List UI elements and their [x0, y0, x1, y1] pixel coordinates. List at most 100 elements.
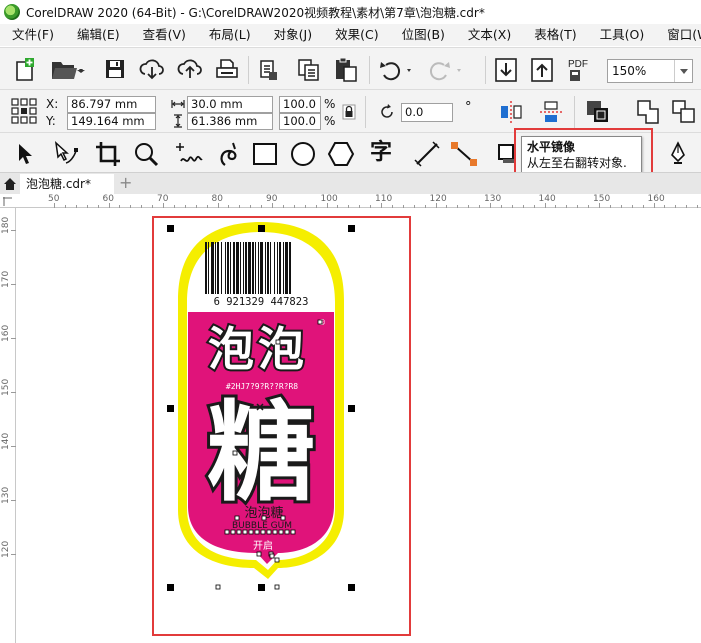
ruler-tick	[228, 205, 230, 208]
barcode-bar	[260, 242, 263, 294]
print-icon[interactable]	[215, 58, 239, 80]
publish-pdf-icon[interactable]: PDF	[567, 56, 595, 84]
menu-tools[interactable]: 工具(O)	[588, 24, 656, 46]
rotation-icon	[378, 103, 396, 121]
separator	[574, 96, 575, 128]
vertical-ruler[interactable]: 180 170 160 150 140 130 120	[0, 208, 16, 643]
width-field[interactable]: 30.0 mm	[187, 96, 273, 113]
drawing-canvas[interactable]	[17, 209, 701, 643]
ruler-tick	[64, 205, 66, 208]
ruler-tick	[566, 205, 568, 208]
chevron-down-icon[interactable]	[674, 60, 692, 82]
arrange-order-icon[interactable]	[585, 99, 611, 125]
cloud-download-icon[interactable]	[139, 58, 165, 80]
ruler-tick	[217, 203, 219, 208]
ruler-tick	[315, 205, 317, 208]
barcode-bar	[289, 242, 291, 294]
menu-layout[interactable]: 布局(L)	[197, 24, 262, 46]
barcode-bar	[211, 242, 214, 294]
menu-bitmaps[interactable]: 位图(B)	[390, 24, 456, 46]
horizontal-ruler[interactable]: 50 60 70 80 90 100 110 120 130 140 150 160	[0, 194, 701, 208]
ruler-tick	[184, 205, 186, 208]
ruler-tick	[490, 203, 491, 208]
menu-view[interactable]: 查看(V)	[131, 24, 197, 46]
selection-handle-bottom-left[interactable]	[167, 584, 174, 591]
shape-tool-icon[interactable]	[52, 141, 80, 167]
selection-handle-top-right[interactable]	[348, 225, 355, 232]
small-text-line: #2HJ7?9?R??R?R8	[226, 382, 298, 391]
barcode-bar	[230, 242, 231, 294]
export-arrow-icon[interactable]	[530, 57, 554, 83]
y-position-field[interactable]: 149.164 mm	[67, 113, 156, 130]
separator	[365, 96, 366, 128]
ruler-tick	[152, 205, 154, 208]
ellipse-tool-icon[interactable]	[289, 141, 317, 167]
freehand-tool-icon[interactable]	[175, 141, 205, 167]
open-folder-icon[interactable]	[50, 59, 86, 81]
height-field[interactable]: 61.386 mm	[187, 113, 273, 130]
menu-object[interactable]: 对象(J)	[262, 24, 323, 46]
selection-handle-bottom-right[interactable]	[348, 584, 355, 591]
ruler-tick	[664, 205, 666, 208]
ruler-tick	[261, 205, 263, 208]
ruler-tick	[11, 338, 16, 339]
menu-edit[interactable]: 编辑(E)	[65, 24, 131, 46]
scale-y-field[interactable]: 100.0	[279, 113, 321, 130]
ruler-origin-icon[interactable]	[2, 196, 14, 207]
export-icon[interactable]	[297, 58, 321, 82]
add-tab-button[interactable]: +	[119, 175, 132, 191]
selection-handle-left[interactable]	[167, 405, 174, 412]
selection-handle-bottom[interactable]	[258, 584, 265, 591]
selection-handle-right[interactable]	[348, 405, 355, 412]
import-arrow-icon[interactable]	[494, 57, 518, 83]
artistic-media-icon[interactable]	[217, 141, 243, 167]
x-position-field[interactable]: 86.797 mm	[67, 96, 156, 113]
mirror-horizontal-icon[interactable]	[498, 100, 524, 124]
zoom-tool-icon[interactable]	[133, 141, 161, 167]
selection-handle-top-left[interactable]	[167, 225, 174, 232]
lock-ratio-icon[interactable]	[342, 104, 356, 120]
menu-window[interactable]: 窗口(W)	[655, 24, 701, 46]
ruler-tick	[195, 205, 197, 208]
document-tab[interactable]: 泡泡糖.cdr*	[20, 174, 114, 194]
mirror-vertical-icon[interactable]	[539, 100, 565, 124]
barcode-bar	[283, 242, 284, 294]
subtitle-english: BUBBLE GUM	[232, 521, 292, 531]
selection-handle-top[interactable]	[258, 225, 265, 232]
scale-x-field[interactable]: 100.0	[279, 96, 321, 113]
ruler-tick	[250, 205, 252, 208]
barcode-bar	[265, 242, 266, 294]
new-document-icon[interactable]	[12, 57, 38, 83]
rotation-angle-field[interactable]: 0.0	[401, 103, 453, 122]
import-icon[interactable]	[258, 58, 280, 82]
menu-file[interactable]: 文件(F)	[0, 24, 65, 46]
redo-icon[interactable]	[428, 59, 466, 81]
pick-tool-icon[interactable]	[14, 142, 36, 166]
cloud-upload-icon[interactable]	[177, 58, 203, 80]
dimension-tool-icon[interactable]	[414, 141, 442, 167]
home-icon[interactable]	[3, 177, 17, 191]
reference-point-icon[interactable]	[11, 98, 37, 124]
zoom-value: 150%	[612, 64, 647, 78]
pen-nib-icon[interactable]	[667, 141, 689, 167]
combine-icon[interactable]	[636, 99, 662, 125]
menu-text[interactable]: 文本(X)	[456, 24, 522, 46]
polygon-tool-icon[interactable]	[327, 141, 355, 167]
ruler-tick	[599, 203, 600, 208]
rectangle-tool-icon[interactable]	[252, 142, 278, 166]
menu-effects[interactable]: 效果(C)	[323, 24, 389, 46]
menu-table[interactable]: 表格(T)	[522, 24, 587, 46]
save-icon[interactable]	[104, 58, 126, 80]
clipboard-icon[interactable]	[333, 57, 359, 83]
ruler-tick	[686, 205, 688, 208]
text-tool-icon[interactable]: 字	[370, 140, 392, 166]
connector-tool-icon[interactable]	[450, 141, 480, 167]
document-tab-label: 泡泡糖.cdr*	[26, 177, 91, 191]
crop-tool-icon[interactable]	[95, 141, 121, 167]
undo-icon[interactable]	[378, 59, 416, 81]
zoom-level-select[interactable]: 150%	[607, 59, 693, 83]
ruler-tick	[620, 205, 622, 208]
ruler-tick	[293, 205, 295, 208]
percent-label: %	[324, 114, 336, 128]
break-apart-icon[interactable]	[671, 99, 697, 125]
